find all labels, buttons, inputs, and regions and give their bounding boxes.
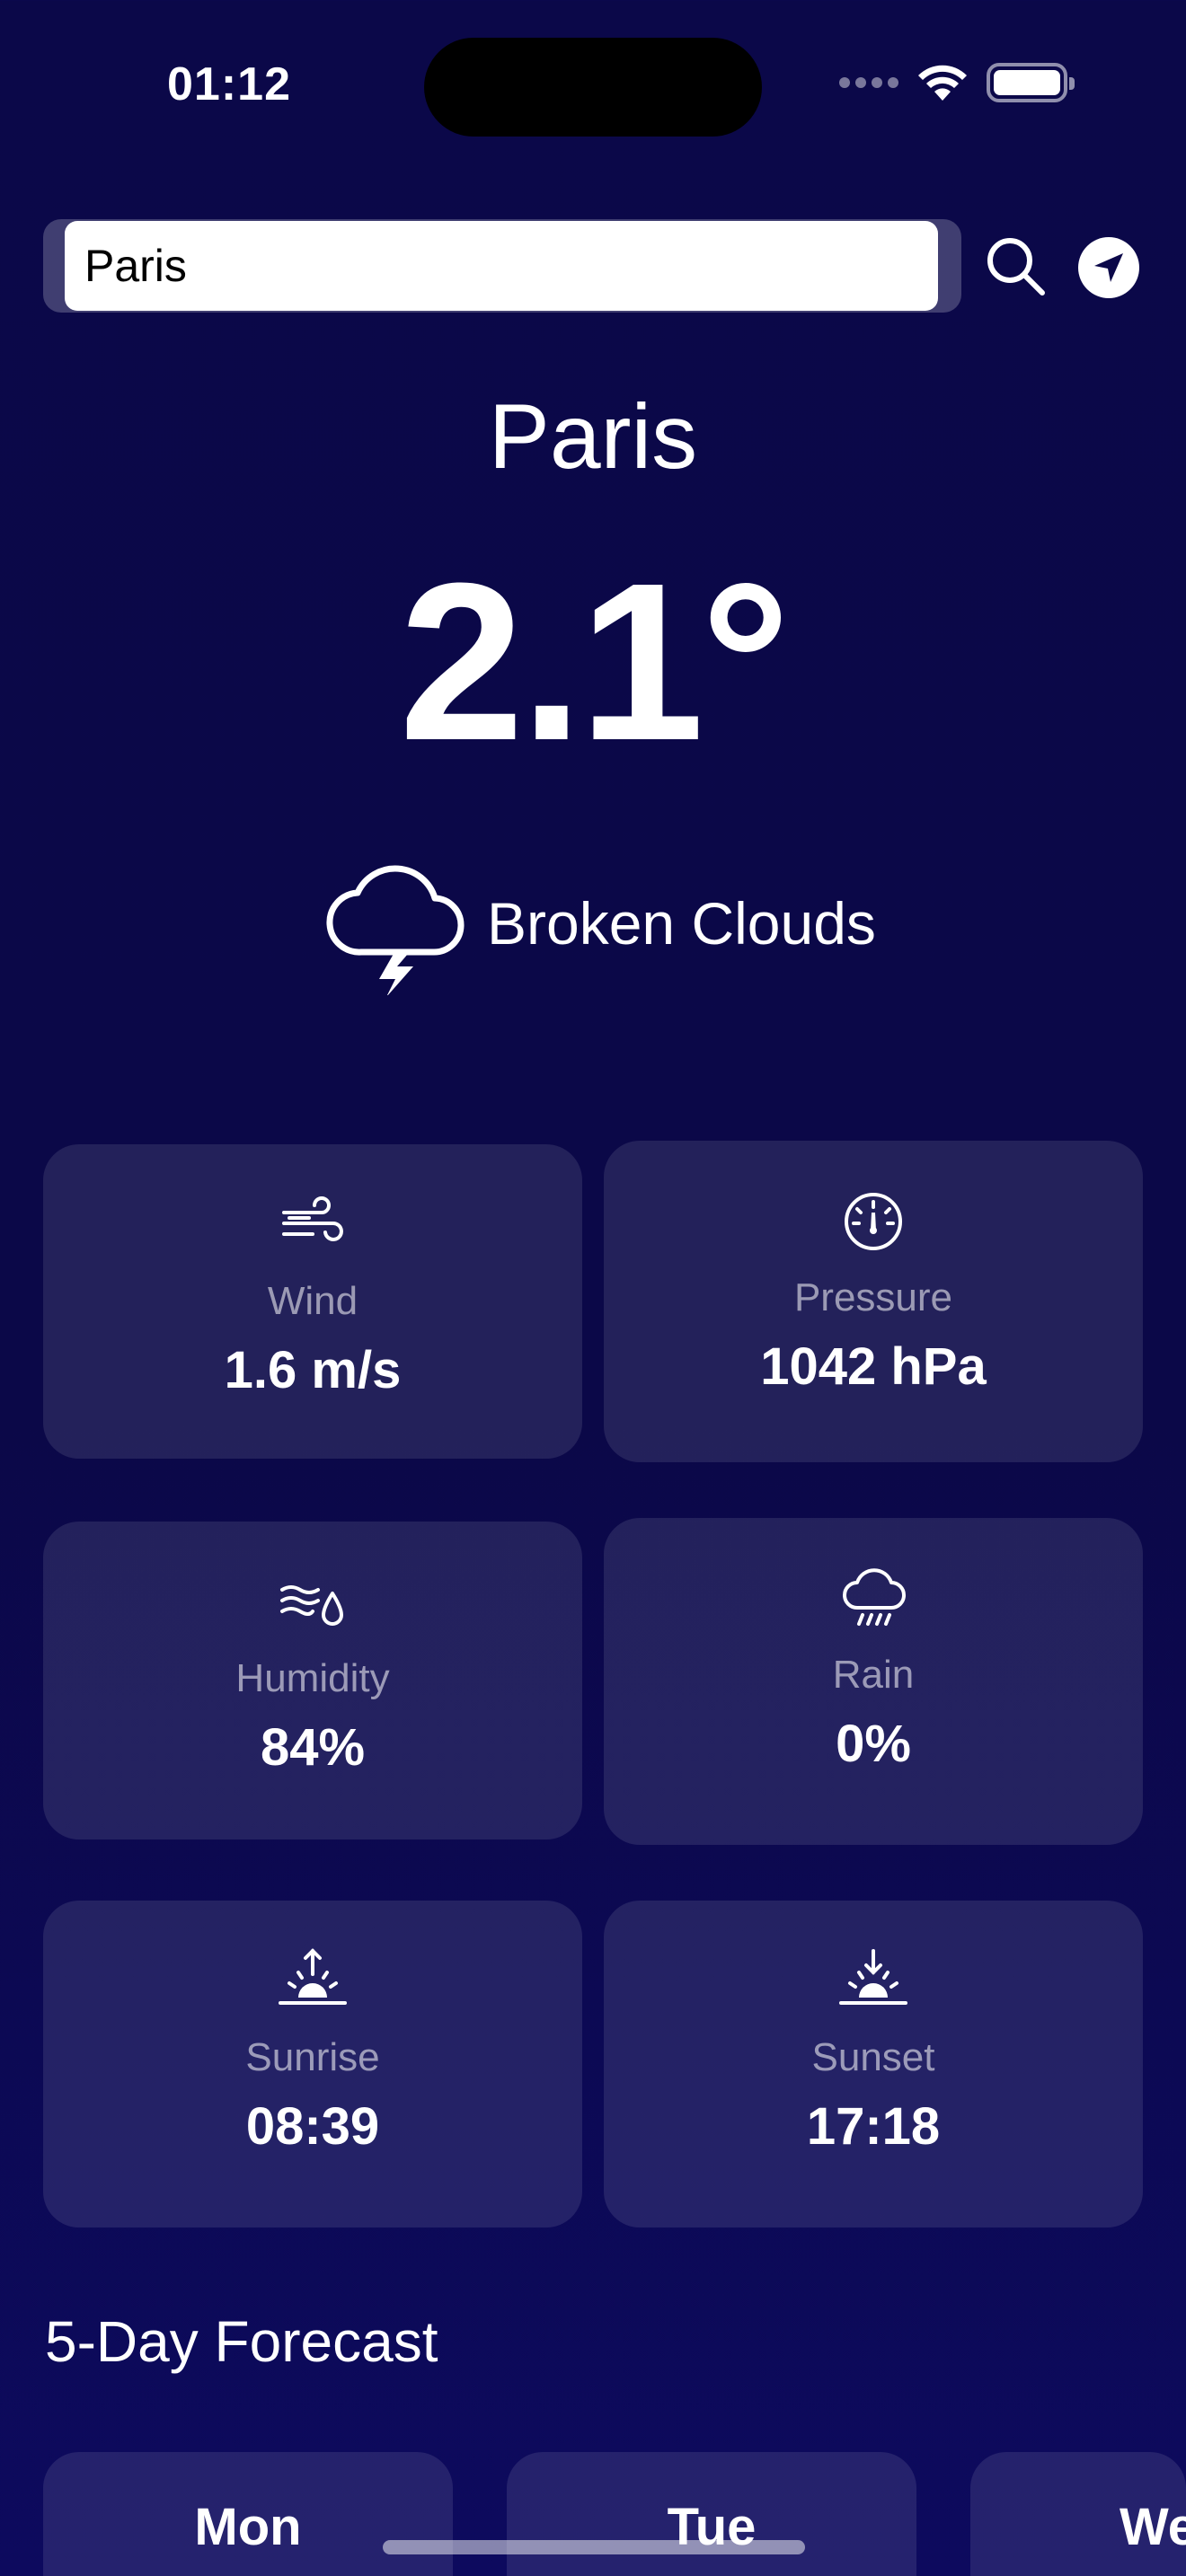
status-indicators [839,63,1075,102]
forecast-day-label: Mon [194,2498,302,2556]
search-bar [43,219,961,313]
wind-card: Wind 1.6 m/s [43,1144,582,1459]
forecast-day-card[interactable]: We [970,2452,1186,2576]
home-indicator[interactable] [383,2540,805,2554]
cloud-rain-icon [843,1568,906,1626]
battery-icon [987,63,1075,102]
forecast-day-label: We [1120,2498,1186,2556]
search-icon [987,238,1045,296]
pressure-label: Pressure [793,1275,953,1319]
rain-value: 0% [836,1715,911,1773]
current-temperature: 2.1° [399,536,791,787]
condition-text: Broken Clouds [487,890,876,957]
location-arrow-icon [1094,253,1123,282]
cloud-bolt-icon [326,865,465,995]
sunset-value: 17:18 [806,2097,941,2156]
city-name: Paris [488,385,698,488]
humidity-icon [280,1585,343,1626]
forecast-day-card[interactable]: Tue [507,2452,916,2576]
humidity-value: 84% [260,1718,366,1777]
gauge-icon [845,1193,902,1250]
wind-value: 1.6 m/s [224,1341,402,1399]
forecast-day-card[interactable]: Mon [43,2452,453,2576]
dynamic-island [424,38,762,137]
sunrise-card: Sunrise 08:39 [43,1901,582,2228]
city-search-input[interactable] [65,221,938,311]
rain-label: Rain [832,1653,915,1697]
humidity-card: Humidity 84% [43,1522,582,1839]
sunrise-value: 08:39 [245,2097,380,2156]
wind-label: Wind [267,1279,358,1323]
sunrise-label: Sunrise [245,2035,380,2079]
rain-card: Rain 0% [604,1518,1143,1845]
weather-condition: Broken Clouds [325,851,876,995]
pressure-card: Pressure 1042 hPa [604,1141,1143,1462]
forecast-title: 5-Day Forecast [45,2309,438,2374]
wifi-icon [918,65,967,101]
cellular-signal-icon [839,77,898,88]
forecast-day-label: Tue [667,2498,757,2556]
pressure-value: 1042 hPa [760,1337,987,1396]
humidity-label: Humidity [235,1656,390,1700]
search-button[interactable] [983,234,1048,298]
current-location-button[interactable] [1078,237,1139,298]
sunset-card: Sunset 17:18 [604,1901,1143,2228]
sunset-icon [839,1949,907,2005]
sunset-label: Sunset [811,2035,935,2079]
wind-icon [282,1196,343,1241]
sunrise-icon [279,1948,347,2005]
status-time: 01:12 [167,58,291,110]
